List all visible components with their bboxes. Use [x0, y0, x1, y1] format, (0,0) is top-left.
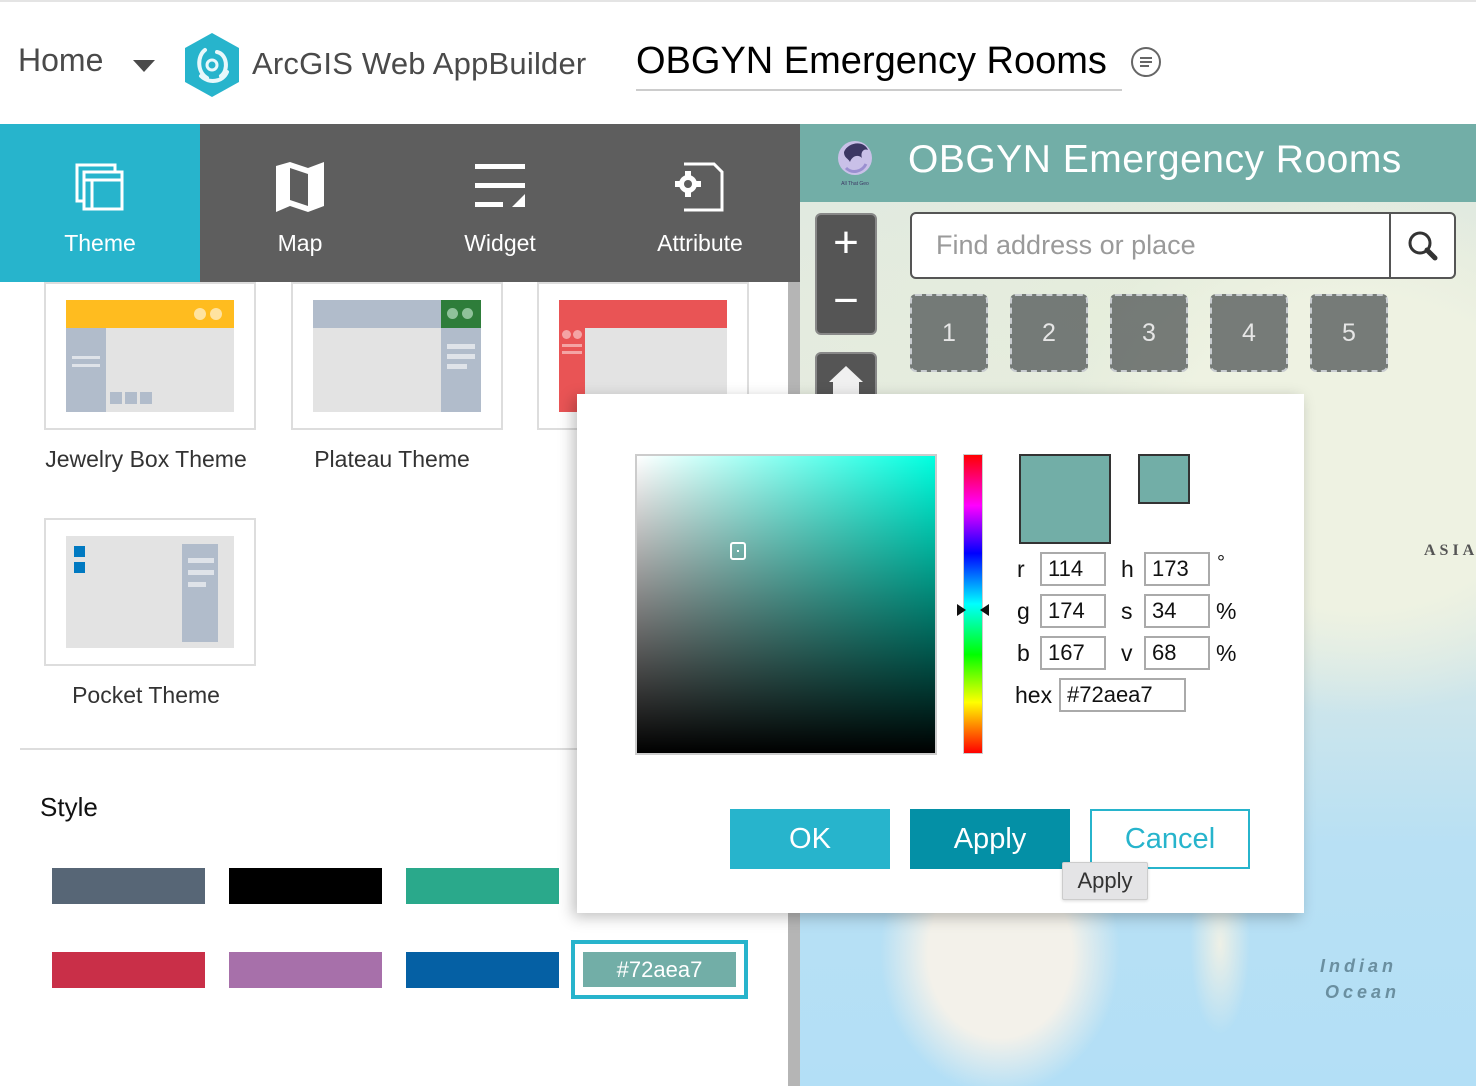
theme-thumbnail: [66, 536, 234, 648]
bookmark-placeholder[interactable]: 3: [1110, 294, 1188, 372]
style-swatch[interactable]: [229, 952, 382, 988]
zoom-out-button[interactable]: −: [817, 273, 875, 331]
all-that-geo-logo-icon: All That Geo: [838, 141, 872, 187]
theme-card-jewelry-box[interactable]: [44, 282, 256, 430]
apply-tooltip: Apply: [1062, 862, 1148, 900]
saturation-value-handle[interactable]: [730, 542, 747, 561]
cancel-button[interactable]: Cancel: [1090, 809, 1250, 869]
style-swatch[interactable]: [52, 868, 205, 904]
bookmark-placeholder[interactable]: 4: [1210, 294, 1288, 372]
custom-style-swatch-label: #72aea7: [583, 952, 736, 987]
theme-thumbnail: [66, 300, 234, 412]
search-button[interactable]: [1389, 214, 1454, 277]
b-input[interactable]: [1040, 636, 1106, 670]
theme-card-pocket[interactable]: [44, 518, 256, 666]
map-app-header: All That Geo OBGYN Emergency Rooms: [800, 124, 1476, 202]
tab-widget-label: Widget: [464, 230, 536, 256]
custom-style-swatch[interactable]: #72aea7: [571, 940, 748, 999]
search-widget: [910, 212, 1456, 279]
h-label: h: [1121, 556, 1134, 582]
apply-button[interactable]: Apply: [910, 809, 1070, 869]
theme-label-pocket: Pocket Theme: [72, 682, 220, 708]
search-icon: [1408, 231, 1438, 261]
new-color-preview: [1019, 454, 1111, 544]
caret-down-icon[interactable]: [133, 60, 155, 72]
zoom-control: + −: [815, 213, 877, 335]
tab-attribute[interactable]: Attribute: [600, 124, 800, 282]
h-input[interactable]: [1144, 552, 1210, 586]
zoom-in-button[interactable]: +: [817, 215, 875, 273]
tab-map[interactable]: Map: [200, 124, 400, 282]
tab-map-label: Map: [277, 230, 323, 256]
builder-tabs: Theme Map Widget Attribute: [0, 124, 800, 282]
style-swatch[interactable]: [229, 868, 382, 904]
arcgis-logo-icon: [185, 33, 239, 97]
r-input[interactable]: [1040, 552, 1106, 586]
bookmark-placeholder[interactable]: 2: [1010, 294, 1088, 372]
tab-attribute-label: Attribute: [657, 230, 743, 256]
map-label-indian-ocean-1: Indian: [1320, 956, 1397, 976]
theme-label-plateau: Plateau Theme: [314, 446, 470, 472]
ok-button[interactable]: OK: [730, 809, 890, 869]
s-input[interactable]: [1144, 594, 1210, 628]
theme-icon: [75, 163, 124, 211]
v-label: v: [1121, 640, 1133, 666]
hex-label: hex: [1015, 682, 1053, 708]
top-header: Home ArcGIS Web AppBuilder OBGYN Emergen…: [0, 0, 1476, 124]
saturation-value-picker[interactable]: [635, 454, 937, 755]
style-section-title: Style: [40, 792, 98, 822]
map-app-title: OBGYN Emergency Rooms: [908, 138, 1402, 181]
original-color-preview[interactable]: [1138, 454, 1190, 504]
theme-card-plateau[interactable]: [291, 282, 503, 430]
style-swatch[interactable]: [52, 952, 205, 988]
bookmark-placeholder[interactable]: 5: [1310, 294, 1388, 372]
tab-theme[interactable]: Theme: [0, 124, 200, 282]
section-divider: [20, 748, 590, 750]
percent-unit: %: [1216, 640, 1237, 666]
widget-icon: [475, 164, 525, 207]
hue-slider-handle[interactable]: [957, 603, 989, 616]
r-label: r: [1017, 556, 1025, 582]
home-menu[interactable]: Home: [18, 42, 103, 79]
map-label-asia: ASIA: [1424, 542, 1476, 559]
tab-theme-label: Theme: [64, 230, 136, 256]
map-label-indian-ocean-2: Ocean: [1325, 982, 1401, 1002]
hex-input[interactable]: [1059, 678, 1186, 712]
style-swatch[interactable]: [406, 952, 559, 988]
style-swatch[interactable]: [406, 868, 559, 904]
color-picker-dialog: r g b h ° s % v % hex OK Apply Cancel: [577, 394, 1304, 913]
g-input[interactable]: [1040, 594, 1106, 628]
v-input[interactable]: [1144, 636, 1210, 670]
percent-unit: %: [1216, 598, 1237, 624]
b-label: b: [1017, 640, 1030, 666]
bookmark-placeholder[interactable]: 1: [910, 294, 988, 372]
degree-unit: °: [1217, 552, 1225, 574]
svg-text:All That Geo: All That Geo: [841, 181, 869, 187]
g-label: g: [1017, 598, 1030, 624]
map-icon: [276, 162, 324, 212]
theme-label-jewelry-box: Jewelry Box Theme: [45, 446, 247, 472]
brand-name: ArcGIS Web AppBuilder: [252, 46, 587, 81]
app-title-input[interactable]: OBGYN Emergency Rooms: [636, 40, 1122, 91]
attribute-icon: [675, 162, 724, 212]
theme-thumbnail: [313, 300, 481, 412]
title-menu-icon[interactable]: [1131, 47, 1161, 77]
s-label: s: [1121, 598, 1133, 624]
search-input[interactable]: [912, 214, 1388, 277]
tab-widget[interactable]: Widget: [400, 124, 600, 282]
